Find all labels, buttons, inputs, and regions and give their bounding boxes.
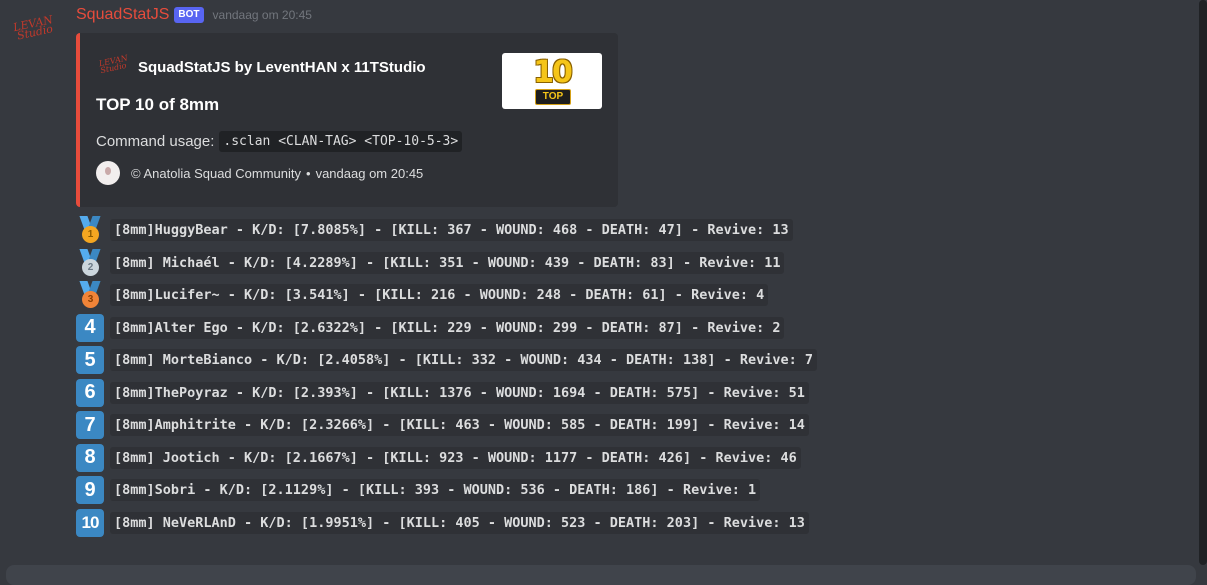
first-place-medal-icon: 1 [76, 216, 104, 244]
community-logo-icon [96, 161, 120, 185]
leaderboard-entry-text: [8mm]HuggyBear - K/D: [7.8085%] - [KILL:… [110, 219, 793, 242]
leaderboard-row: 7 [8mm]Amphitrite - K/D: [2.3266%] - [KI… [76, 409, 817, 442]
embed-author: LEVAN Studio SquadStatJS by LeventHAN x … [98, 53, 426, 76]
embed-author-name: SquadStatJS by LeventHAN x 11TStudio [138, 58, 426, 76]
message-input-bar[interactable] [6, 565, 1196, 585]
leaderboard-entry-text: [8mm]Sobri - K/D: [2.1129%] - [KILL: 393… [110, 479, 761, 502]
keycap-9-icon: 9 [76, 476, 104, 505]
leaderboard-entry-text: [8mm]Alter Ego - K/D: [2.6322%] - [KILL:… [110, 316, 785, 339]
author-logo-icon: LEVAN Studio [98, 53, 129, 76]
keycap-4-icon: 4 [76, 313, 104, 342]
embed-card: LEVAN Studio SquadStatJS by LeventHAN x … [76, 33, 618, 207]
scrollbar-thumb[interactable] [1199, 0, 1207, 565]
leaderboard: 1 [8mm]HuggyBear - K/D: [7.8085%] - [KIL… [76, 214, 817, 539]
command-usage-label: Command usage: [96, 133, 215, 150]
leaderboard-row: 9 [8mm]Sobri - K/D: [2.1129%] - [KILL: 3… [76, 474, 817, 507]
top-10-icon: 10 TOP [532, 55, 573, 105]
keycap-7-icon: 7 [76, 411, 104, 440]
message-timestamp[interactable]: vandaag om 20:45 [213, 8, 312, 22]
leaderboard-entry-text: [8mm] Michaél - K/D: [4.2289%] - [KILL: … [110, 251, 785, 274]
embed-title: TOP 10 of 8mm [96, 95, 220, 114]
leaderboard-entry-text: [8mm] NeVeRLAnD - K/D: [1.9951%] - [KILL… [110, 511, 809, 534]
username[interactable]: SquadStatJS [76, 6, 169, 24]
command-code: .sclan <CLAN-TAG> <TOP-10-5-3> [219, 131, 463, 152]
keycap-10-icon: 10 [76, 508, 104, 537]
leaderboard-entry-text: [8mm]Lucifer~ - K/D: [3.541%] - [KILL: 2… [110, 284, 769, 307]
embed-footer: © Anatolia Squad Community • vandaag om … [96, 161, 423, 185]
scrollbar-track[interactable] [1199, 0, 1207, 565]
top-10-label: TOP [535, 89, 571, 105]
leaderboard-row: 2 [8mm] Michaél - K/D: [4.2289%] - [KILL… [76, 247, 817, 280]
embed-thumbnail[interactable]: 10 TOP [502, 53, 602, 109]
leaderboard-row: 6 [8mm]ThePoyraz - K/D: [2.393%] - [KILL… [76, 377, 817, 410]
bot-message: LEVAN Studio SquadStatJS BOT vandaag om … [0, 0, 1207, 585]
footer-separator: • [306, 165, 311, 181]
footer-text: © Anatolia Squad Community [131, 165, 302, 181]
leaderboard-entry-text: [8mm] MorteBianco - K/D: [2.4058%] - [KI… [110, 349, 817, 372]
leaderboard-row: 5 [8mm] MorteBianco - K/D: [2.4058%] - [… [76, 344, 817, 377]
keycap-5-icon: 5 [76, 346, 104, 375]
bot-avatar[interactable]: LEVAN Studio [10, 4, 57, 51]
leaderboard-row: 3 [8mm]Lucifer~ - K/D: [3.541%] - [KILL:… [76, 279, 817, 312]
leaderboard-row: 4 [8mm]Alter Ego - K/D: [2.6322%] - [KIL… [76, 312, 817, 345]
second-place-medal-icon: 2 [76, 248, 104, 277]
leaderboard-entry-text: [8mm]ThePoyraz - K/D: [2.393%] - [KILL: … [110, 381, 809, 404]
third-place-medal-icon: 3 [76, 281, 104, 309]
leaderboard-entry-text: [8mm] Jootich - K/D: [2.1667%] - [KILL: … [110, 446, 801, 469]
keycap-6-icon: 6 [76, 378, 104, 407]
leaderboard-row: 1 [8mm]HuggyBear - K/D: [7.8085%] - [KIL… [76, 214, 817, 247]
footer-timestamp: vandaag om 20:45 [315, 165, 424, 181]
leaderboard-row: 10 [8mm] NeVeRLAnD - K/D: [1.9951%] - [K… [76, 507, 817, 540]
keycap-8-icon: 8 [76, 443, 104, 472]
top-10-number: 10 [533, 55, 573, 90]
bot-badge: BOT [174, 7, 204, 23]
message-header: SquadStatJS BOT vandaag om 20:45 [76, 4, 312, 26]
leaderboard-row: 8 [8mm] Jootich - K/D: [2.1667%] - [KILL… [76, 442, 817, 475]
embed-description: Command usage: .sclan <CLAN-TAG> <TOP-10… [96, 131, 463, 152]
leaderboard-entry-text: [8mm]Amphitrite - K/D: [2.3266%] - [KILL… [110, 414, 809, 437]
